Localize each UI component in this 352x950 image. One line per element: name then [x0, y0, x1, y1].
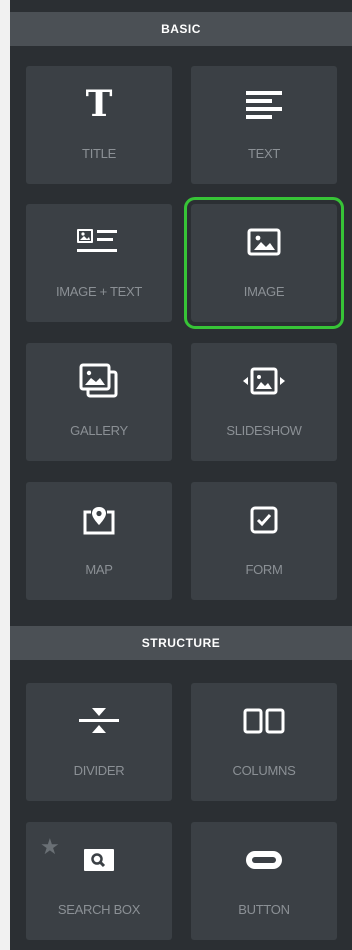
map-pin-icon [26, 500, 172, 540]
title-text-icon: T [85, 83, 113, 125]
widget-label: TEXT [247, 146, 281, 161]
widget-tile-search-box[interactable]: ★ SEARCH BOX [26, 822, 172, 940]
widget-label: DIVIDER [73, 763, 125, 778]
widget-label: SLIDESHOW [226, 423, 302, 438]
divider-icon [26, 701, 172, 741]
widget-label: GALLERY [70, 423, 128, 438]
widget-tile-columns[interactable]: COLUMNS [191, 683, 337, 801]
widget-label: IMAGE + TEXT [55, 284, 143, 299]
widget-tile-map[interactable]: MAP [26, 482, 172, 600]
image-icon [191, 222, 337, 262]
gallery-icon [26, 361, 172, 401]
widget-label: COLUMNS [232, 763, 296, 778]
widget-label: SEARCH BOX [57, 902, 141, 917]
widget-tile-title[interactable]: T TITLE [26, 66, 172, 184]
slideshow-icon [191, 361, 337, 401]
search-box-icon [26, 840, 172, 880]
widget-label: FORM [245, 562, 283, 577]
widget-tile-button[interactable]: BUTTON [191, 822, 337, 940]
checkbox-form-icon [191, 500, 337, 540]
widget-tile-gallery[interactable]: GALLERY [26, 343, 172, 461]
widget-tile-image[interactable]: IMAGE [184, 197, 344, 329]
image-text-icon [26, 222, 172, 262]
button-pill-icon [191, 840, 337, 880]
text-lines-icon [191, 84, 337, 124]
widget-panel: BASIC T TITLE TEXT IMAGE + TEXT IMAGE GA… [10, 0, 352, 950]
section-header-structure: STRUCTURE [10, 626, 352, 660]
widget-tile-divider[interactable]: DIVIDER [26, 683, 172, 801]
widget-label: TITLE [82, 146, 116, 161]
widget-label: IMAGE [243, 284, 285, 299]
widget-label: BUTTON [238, 902, 290, 917]
widget-tile-form[interactable]: FORM [191, 482, 337, 600]
widget-tile-image-text[interactable]: IMAGE + TEXT [26, 204, 172, 322]
widget-tile-text[interactable]: TEXT [191, 66, 337, 184]
columns-icon [191, 701, 337, 741]
widget-tile-slideshow[interactable]: SLIDESHOW [191, 343, 337, 461]
widget-label: MAP [85, 562, 113, 577]
section-header-basic: BASIC [10, 12, 352, 46]
